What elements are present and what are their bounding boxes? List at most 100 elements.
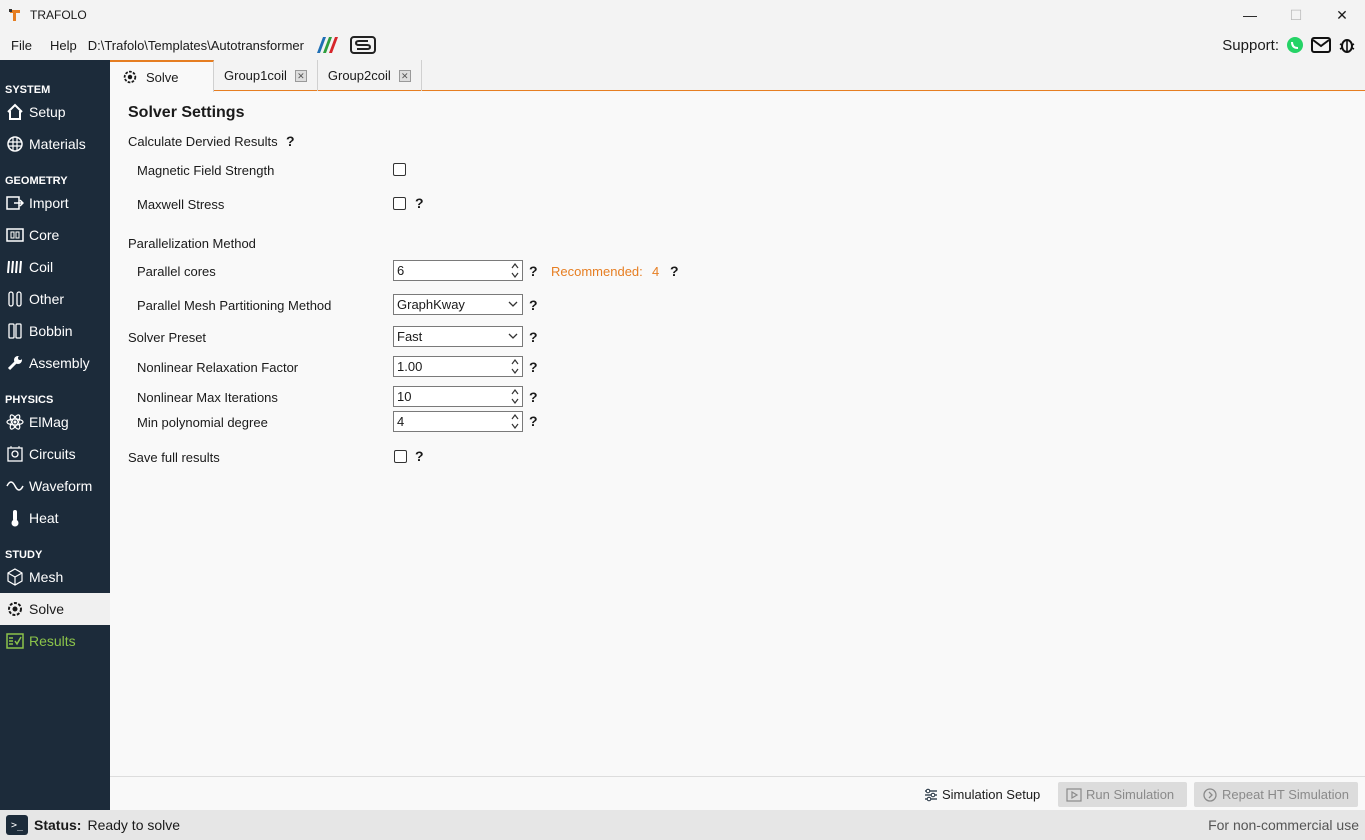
min-poly-degree-spinbox[interactable]: 4 — [393, 411, 523, 432]
help-icon[interactable]: ? — [415, 195, 424, 211]
parallel-cores-spinbox[interactable]: 6 — [393, 260, 523, 281]
solver-preset-value: Fast — [397, 329, 423, 344]
sidebar-item-results[interactable]: Results — [0, 625, 110, 657]
close-button[interactable]: ✕ — [1319, 0, 1365, 30]
max-iterations-spinbox[interactable]: 10 — [393, 386, 523, 407]
spin-arrows-icon[interactable] — [510, 413, 520, 430]
solver-settings-panel: Solver Settings Calculate Dervied Result… — [110, 92, 1365, 776]
repeat-ht-simulation-button[interactable]: Repeat HT Simulation — [1194, 782, 1358, 807]
maxwell-stress-checkbox[interactable] — [393, 197, 406, 210]
thermometer-icon — [5, 508, 25, 528]
results-icon — [5, 631, 25, 651]
sidebar-label-mesh: Mesh — [29, 569, 64, 585]
magnetic-field-strength-checkbox[interactable] — [393, 163, 406, 176]
sidebar-item-import[interactable]: Import — [0, 187, 110, 219]
spin-arrows-icon[interactable] — [510, 388, 520, 405]
wrench-icon — [5, 353, 25, 373]
sidebar-item-materials[interactable]: Materials — [0, 128, 110, 160]
sidebar-item-solve[interactable]: Solve — [0, 593, 110, 625]
whatsapp-icon[interactable] — [1285, 35, 1305, 55]
sidebar-item-assembly[interactable]: Assembly — [0, 347, 110, 379]
help-icon[interactable]: ? — [529, 359, 538, 375]
section-system: SYSTEM — [5, 84, 51, 96]
menu-file[interactable]: File — [0, 38, 39, 53]
mesh-cube-icon — [5, 567, 25, 587]
menu-help[interactable]: Help — [39, 38, 84, 53]
tab-close-icon[interactable]: ✕ — [294, 69, 307, 82]
help-icon[interactable]: ? — [529, 297, 538, 313]
spin-arrows-icon[interactable] — [510, 262, 520, 279]
sidebar-label-core: Core — [29, 227, 60, 243]
chevron-down-icon — [508, 298, 518, 313]
tab-group1coil-label: Group1coil — [224, 68, 287, 83]
section-study: STUDY — [5, 549, 43, 561]
save-full-results-checkbox[interactable] — [394, 450, 407, 463]
partitioning-method-select[interactable]: GraphKway — [393, 294, 523, 315]
sidebar-label-solve: Solve — [29, 601, 65, 617]
bug-report-icon[interactable] — [1337, 35, 1357, 55]
terminal-icon[interactable]: >_ — [6, 815, 28, 835]
sidebar-item-mesh[interactable]: Mesh — [0, 561, 110, 593]
import-icon — [5, 193, 25, 213]
sidebar-label-assembly: Assembly — [29, 355, 90, 371]
relaxation-factor-spinbox[interactable]: 1.00 — [393, 356, 523, 377]
help-icon[interactable]: ? — [529, 329, 538, 345]
solver-preset-select[interactable]: Fast — [393, 326, 523, 347]
tab-group2coil[interactable]: Group2coil ✕ — [318, 60, 422, 91]
menu-bar: File Help D:\Trafolo\Templates\Autotrans… — [0, 30, 1365, 60]
status-label: Status: — [34, 817, 82, 833]
magnetic-field-strength-label: Magnetic Field Strength — [137, 163, 275, 178]
section-physics: PHYSICS — [5, 394, 54, 406]
mail-icon[interactable] — [1311, 35, 1331, 55]
sidebar-item-elmag[interactable]: ElMag — [0, 406, 110, 438]
help-icon[interactable]: ? — [286, 133, 295, 149]
relaxation-factor-label: Nonlinear Relaxation Factor — [137, 360, 299, 375]
project-path: D:\Trafolo\Templates\Autotransformer — [87, 37, 304, 53]
sidebar-label-results: Results — [29, 633, 76, 649]
home-icon — [5, 102, 25, 122]
sidebar-item-setup[interactable]: Setup — [0, 96, 110, 128]
spin-arrows-icon[interactable] — [510, 358, 520, 375]
sidebar-item-waveform[interactable]: Waveform — [0, 470, 110, 502]
sidebar-item-coil[interactable]: Coil — [0, 251, 110, 283]
max-iterations-label: Nonlinear Max Iterations — [137, 390, 278, 405]
tab-solve[interactable]: Solve — [110, 60, 214, 92]
sidebar-item-heat[interactable]: Heat — [0, 502, 110, 534]
solve-gear-icon — [5, 599, 25, 619]
sidebar-label-other: Other — [29, 291, 65, 307]
min-poly-degree-label: Min polynomial degree — [137, 415, 268, 430]
coil-icon — [5, 257, 25, 277]
sidebar-item-circuits[interactable]: Circuits — [0, 438, 110, 470]
sidebar-label-elmag: ElMag — [29, 414, 69, 430]
support-label: Support: — [1222, 36, 1279, 54]
salome-icon[interactable] — [349, 35, 376, 55]
sidebar-item-other[interactable]: Other — [0, 283, 110, 315]
run-simulation-button[interactable]: Run Simulation — [1058, 782, 1187, 807]
recommended-value: 4 — [652, 264, 660, 279]
sidebar-label-import: Import — [29, 195, 69, 211]
maximize-button[interactable]: ☐ — [1273, 0, 1319, 30]
help-icon[interactable]: ? — [529, 389, 538, 405]
paraview-icon[interactable] — [314, 36, 340, 54]
sidebar-item-core[interactable]: Core — [0, 219, 110, 251]
tab-close-icon[interactable]: ✕ — [398, 69, 411, 82]
simulation-setup-button[interactable]: Simulation Setup — [916, 782, 1048, 807]
help-icon[interactable]: ? — [529, 263, 538, 279]
relaxation-factor-value: 1.00 — [397, 359, 423, 374]
parallel-cores-value: 6 — [397, 263, 405, 278]
sidebar-item-bobbin[interactable]: Bobbin — [0, 315, 110, 347]
tab-solve-label: Solve — [146, 69, 179, 85]
circuit-icon — [5, 444, 25, 464]
help-icon[interactable]: ? — [415, 448, 424, 464]
help-icon[interactable]: ? — [670, 263, 679, 279]
action-bar: Simulation Setup Run Simulation Repeat H… — [110, 776, 1365, 810]
tab-strip: Solve Group1coil ✕ Group2coil ✕ — [110, 60, 1365, 92]
other-icon — [5, 289, 25, 309]
support-area: Support: — [1222, 30, 1357, 60]
tab-group1coil[interactable]: Group1coil ✕ — [214, 60, 318, 91]
section-geometry: GEOMETRY — [5, 175, 68, 187]
help-icon[interactable]: ? — [529, 413, 538, 429]
partitioning-method-value: GraphKway — [397, 297, 465, 312]
minimize-button[interactable]: — — [1227, 0, 1273, 30]
title-bar: TRAFOLO — ☐ ✕ — [0, 0, 1365, 30]
